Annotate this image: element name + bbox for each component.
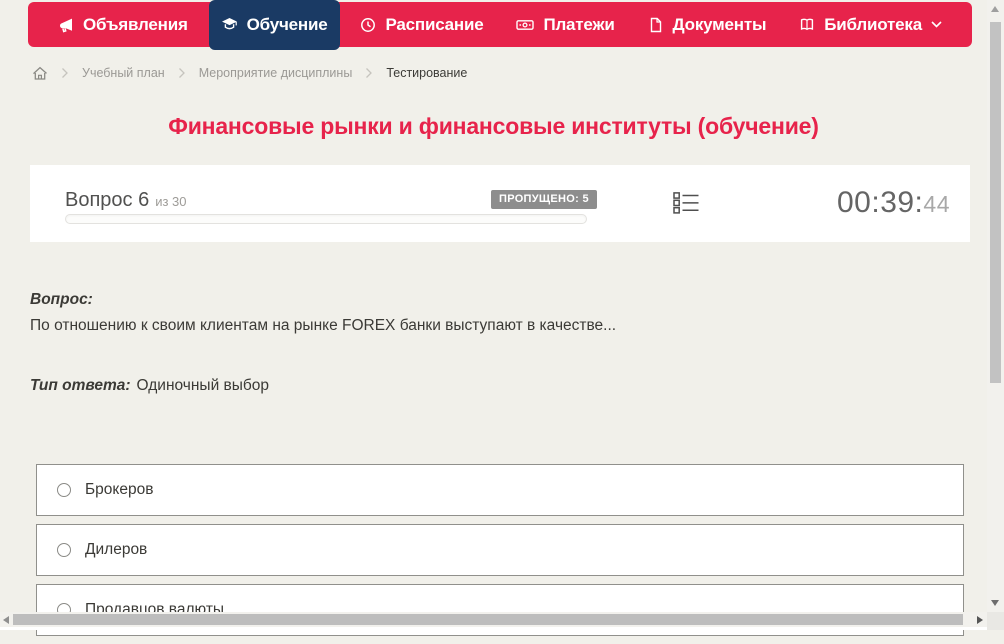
horizontal-scrollbar-thumb[interactable] xyxy=(13,614,963,625)
clock-icon xyxy=(360,17,376,33)
home-icon[interactable] xyxy=(32,66,48,81)
scroll-left-arrow-icon[interactable] xyxy=(3,616,9,624)
nav-item-payments[interactable]: Платежи xyxy=(504,2,626,47)
nav-item-schedule[interactable]: Расписание xyxy=(348,2,495,47)
nav-item-label: Расписание xyxy=(385,14,484,34)
page-title: Финансовые рынки и финансовые институты … xyxy=(168,113,819,139)
breadcrumb-testing: Тестирование xyxy=(386,66,468,80)
document-icon xyxy=(648,17,664,33)
answer-type-value: Одиночный выбор xyxy=(136,377,270,394)
megaphone-icon xyxy=(58,17,74,33)
question-number: Вопрос 6 из 30 xyxy=(65,189,187,212)
answer-option-dealers[interactable]: Дилеров xyxy=(36,524,964,576)
nav-item-label: Платежи xyxy=(543,14,615,34)
radio-button[interactable] xyxy=(57,483,71,497)
answer-option-brokers[interactable]: Брокеров xyxy=(36,464,964,516)
nav-item-learning[interactable]: Обучение xyxy=(208,0,340,50)
banknote-icon xyxy=(516,17,535,33)
main-navbar: Объявления Обучение Расписание Платежи Д… xyxy=(28,0,972,50)
horizontal-scrollbar[interactable] xyxy=(0,612,987,627)
breadcrumb-curriculum[interactable]: Учебный план xyxy=(82,66,165,80)
radio-button[interactable] xyxy=(57,543,71,557)
scrollbar-corner xyxy=(987,612,1004,630)
nav-item-documents[interactable]: Документы xyxy=(636,2,779,47)
breadcrumb-discipline-event[interactable]: Мероприятие дисциплины xyxy=(199,66,353,80)
scroll-down-arrow-icon[interactable] xyxy=(991,600,999,606)
question-text: По отношению к своим клиентам на рынке F… xyxy=(30,317,617,334)
question-total-label: из 30 xyxy=(155,194,187,209)
nav-item-label: Объявления xyxy=(83,14,188,34)
progress-bar xyxy=(65,214,587,224)
answer-type-row: Тип ответа: Одиночный выбор xyxy=(30,377,269,395)
question-heading: Вопрос: xyxy=(30,291,93,308)
graduation-cap-icon xyxy=(221,17,238,32)
timer-minutes: 00:39: xyxy=(836,186,924,219)
question-number-label: Вопрос 6 xyxy=(65,189,150,211)
breadcrumb: Учебный план Мероприятие дисциплины Тест… xyxy=(32,63,467,83)
timer-seconds: 44 xyxy=(923,191,950,217)
nav-item-label: Документы xyxy=(672,14,767,34)
nav-item-label: Библиотека xyxy=(824,14,922,34)
question-list-icon[interactable] xyxy=(673,192,699,214)
timer: 00:39:44 xyxy=(837,186,950,220)
nav-item-library[interactable]: Библиотека xyxy=(787,2,954,47)
chevron-right-icon xyxy=(61,67,69,79)
option-label: Дилеров xyxy=(85,541,148,558)
vertical-scrollbar-thumb[interactable] xyxy=(990,22,1001,383)
question-header-panel: Вопрос 6 из 30 ПРОПУЩЕНО: 5 00:39:44 xyxy=(30,165,970,242)
scroll-up-arrow-icon[interactable] xyxy=(991,6,999,12)
chevron-right-icon xyxy=(178,67,186,79)
option-label: Брокеров xyxy=(85,481,154,498)
chevron-down-icon xyxy=(931,21,942,28)
nav-item-label: Обучение xyxy=(246,14,328,34)
nav-item-announcements[interactable]: Объявления xyxy=(46,2,200,47)
scroll-right-arrow-icon[interactable] xyxy=(977,616,983,624)
open-book-icon xyxy=(799,17,815,32)
chevron-right-icon xyxy=(365,67,373,79)
answer-type-label: Тип ответа: xyxy=(30,377,131,394)
vertical-scrollbar[interactable] xyxy=(987,0,1004,612)
skipped-badge: ПРОПУЩЕНО: 5 xyxy=(491,190,597,209)
